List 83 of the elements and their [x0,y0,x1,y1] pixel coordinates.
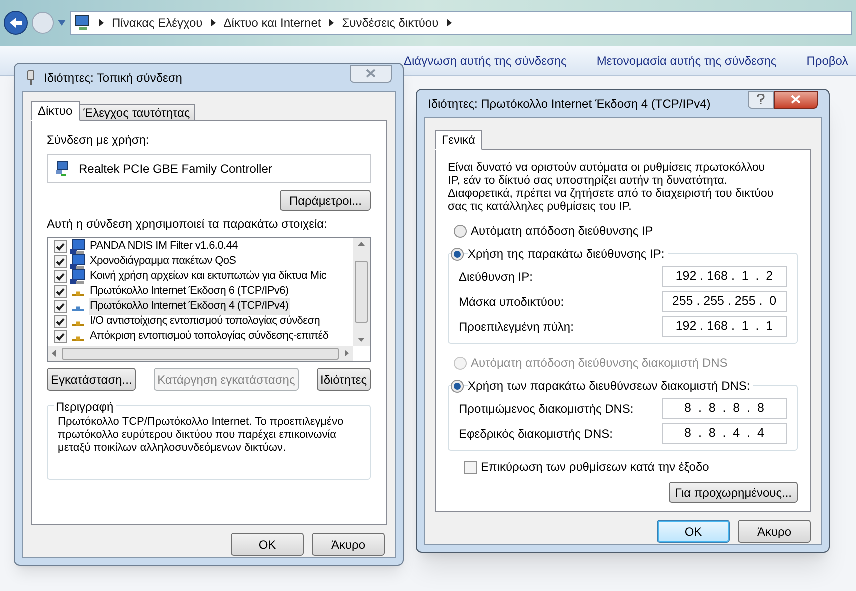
ip-address-field[interactable]: 8 . 8 . 4 . 4 [662,423,787,444]
list-item[interactable]: Απόκριση εντοπισμού τοπολογίας σύνδεσης-επιπέδ [89,328,330,345]
ok-button[interactable]: OK [231,533,304,556]
network-protocol-icon [72,306,84,311]
cancel-button[interactable]: Άκυρο [312,533,385,556]
list-label: Αυτή η σύνδεση χρησιμοποιεί τα παρακάτω στοιχεία: [47,216,328,233]
breadcrumb-item[interactable]: Συνδέσεις δικτύου [342,14,439,32]
toolbar-button[interactable]: Προβολ [806,52,848,70]
back-arrow-icon [9,17,23,29]
chevron-icon[interactable] [446,19,452,27]
vertical-scrollbar[interactable] [353,238,370,346]
down-arrow-icon[interactable] [358,338,365,342]
intro-text: Είναι δυνατό να οριστούν αυτόματα οι ρυθμίσεις πρωτοκόλλου IP, εάν το δίκτυό σας υποστηρίζει αυτήν τη δυνατότητα. Διαφορετικά, πρέπει να ζητήσετε από το διαχειριστή του δικτύου σας τις κατάλληλες ρυθμίσεις του IP. [448,162,775,214]
help-button[interactable] [748,90,774,108]
network-plug-icon [26,70,36,86]
back-button[interactable] [4,11,28,35]
chevron-icon[interactable] [210,19,216,27]
checkbox[interactable] [54,315,67,328]
close-icon [791,95,801,104]
up-arrow-icon[interactable] [358,242,365,246]
chevron-icon[interactable] [99,19,104,27]
checkbox[interactable] [464,460,477,474]
address-bar[interactable]: Πίνακας Ελέγχου Δίκτυο και Internet Συνδέσεις δικτύου [70,11,852,35]
list-item[interactable]: PANDA NDIS IM Filter v1.6.0.44 [89,238,239,255]
toolbar-button[interactable]: Μετονομασία αυτής της σύνδεσης [596,52,777,70]
network-protocol-icon [72,321,84,326]
left-arrow-icon[interactable] [52,350,56,357]
ip-address-field[interactable]: 255 . 255 . 255 . 0 [662,291,787,312]
close-icon [366,69,376,78]
breadcrumb-item[interactable]: Δίκτυο και Internet [224,14,322,32]
action-button[interactable]: Ιδιότητες [316,368,371,391]
list-item[interactable]: Χρονοδιάγραμμα πακέτων QoS [89,253,238,270]
adapter-name: Realtek PCIe GBE Family Controller [79,160,272,178]
chevron-icon[interactable] [329,19,334,27]
checkbox[interactable] [54,300,67,313]
checkbox[interactable] [54,270,67,283]
computer-icon [70,239,86,254]
network-adapter-icon [55,160,71,176]
close-button[interactable] [774,90,818,108]
radio-button[interactable] [451,248,464,260]
help-icon [757,94,765,105]
ip-address-field[interactable]: 192 . 168 . 1 . 1 [662,316,787,337]
computer-icon [70,254,86,269]
configure-button[interactable]: Παράμετροι... [280,190,371,211]
tab[interactable]: Δίκτυο [31,101,80,121]
window-title: Ιδιότητες: Τοπική σύνδεση [44,70,184,86]
field-label: Εφεδρικός διακομιστής DNS: [459,426,613,442]
checkbox-label: Επικύρωση των ρυθμίσεων κατά την έξοδο [481,459,710,476]
list-item[interactable]: Ι/Ο αντιστοίχισης εντοπισμού τοπολογίας σύνδεση [89,313,322,330]
advanced-button[interactable]: Για προχωρημένους... [669,482,798,503]
tab[interactable]: Γενικά [435,130,482,150]
description-text: Πρωτόκολλο TCP/Πρωτόκολλο Internet. Το προεπιλεγμένο πρωτόκολλο ευρύτερου δικτύου που παρέχει επικοινωνία μεταξύ ποικίλων αλληλοσυνδεόμενων δικτύων. [58,416,345,455]
field-label: Διεύθυνση IP: [459,268,533,286]
checkbox[interactable] [54,285,67,298]
cancel-button[interactable]: Άκυρο [738,520,811,543]
radio-button[interactable] [451,380,464,392]
breadcrumb-item[interactable]: Πίνακας Ελέγχου [112,14,203,32]
tab[interactable]: Έλεγχος ταυτότητας [80,104,196,121]
horizontal-scrollbar[interactable] [48,346,353,361]
scrollbar-thumb[interactable] [62,348,339,360]
field-label: Προτιμώμενος διακομιστής DNS: [459,400,634,418]
right-arrow-icon[interactable] [345,350,349,357]
checkbox[interactable] [54,255,67,268]
checkbox[interactable] [54,330,67,343]
field-label: Μάσκα υποδικτύου: [459,294,564,310]
field-label: Προεπιλεγμένη πύλη: [459,318,574,336]
caret-icon[interactable] [58,20,66,26]
scrollbar-thumb[interactable] [355,261,368,323]
radio-button[interactable] [454,224,467,238]
checkbox[interactable] [54,240,67,253]
window-title: Ιδιότητες: Πρωτόκολλο Internet Έκδοση 4 (TCP/IPv4) [428,96,712,112]
list-item[interactable]: Πρωτόκολλο Internet Έκδοση 6 (TCP/IPv6) [89,283,290,300]
network-protocol-icon [72,291,84,296]
action-button[interactable]: Εγκατάσταση... [47,368,136,391]
computer-icon [70,269,86,284]
ip-address-field[interactable]: 192 . 168 . 1 . 2 [662,266,787,287]
network-protocol-icon [72,336,84,341]
ok-button[interactable]: OK [657,520,730,543]
list-item[interactable]: Πρωτόκολλο Internet Έκδοση 4 (TCP/IPv4) [89,298,290,315]
ip-address-field[interactable]: 8 . 8 . 8 . 8 [662,398,787,419]
list-item[interactable]: Κοινή χρήση αρχείων και εκτυπωτών για δίκτυα Mic [89,268,328,285]
toolbar-button[interactable]: Διάγνωση αυτής της σύνδεσης [404,52,567,70]
field-label: Σύνδεση με χρήση: [47,132,150,149]
